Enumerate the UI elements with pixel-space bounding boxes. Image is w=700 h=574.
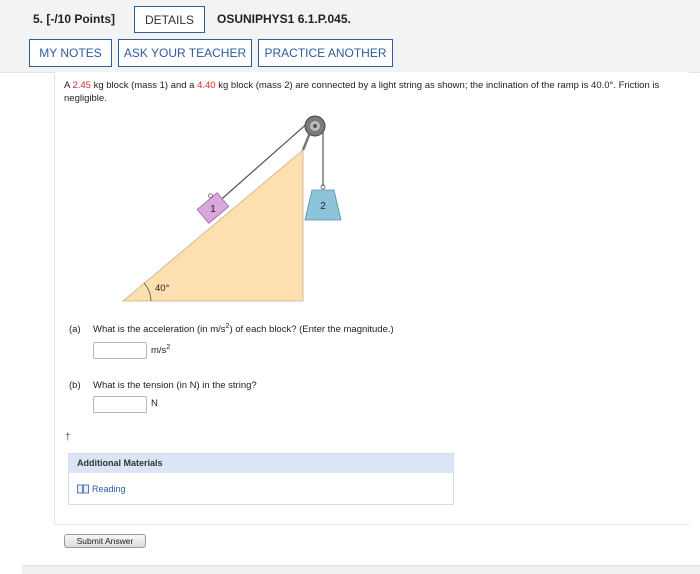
additional-materials-box: Additional Materials Reading [68, 453, 454, 505]
dagger-marker: † [65, 432, 71, 443]
pulley [304, 115, 326, 137]
question-number: 5. [-/10 Points] [33, 12, 116, 26]
ask-your-teacher-button[interactable]: ASK YOUR TEACHER [118, 39, 252, 67]
part-a-question: (a) What is the acceleration (in m/s2) of… [69, 323, 394, 336]
acceleration-answer-input[interactable] [93, 342, 147, 359]
details-button[interactable]: DETAILS [134, 6, 205, 33]
reading-link-label: Reading [92, 484, 126, 494]
tension-answer-input[interactable] [93, 396, 147, 413]
acceleration-unit: m/s2 [151, 344, 171, 357]
ramp [121, 149, 304, 302]
question-code: OSUNIPHYS1 6.1.P.045. [217, 12, 351, 26]
book-icon [77, 484, 89, 494]
mass1-value: 2.45 [72, 80, 91, 91]
block-2: 2 [304, 184, 342, 221]
practice-another-button[interactable]: PRACTICE ANOTHER [258, 39, 393, 67]
part-b-question: (b) What is the tension (in N) in the str… [69, 380, 257, 391]
angle-label: 40° [155, 283, 170, 294]
my-notes-button[interactable]: MY NOTES [29, 39, 112, 67]
problem-statement: A 2.45 kg block (mass 1) and a 4.40 kg b… [64, 80, 660, 104]
ramp-pulley-diagram: 1 2 40° [121, 115, 342, 302]
block-1-label: 1 [210, 204, 216, 215]
block-2-label: 2 [320, 201, 326, 212]
tension-unit: N [151, 398, 158, 409]
submit-answer-button[interactable]: Submit Answer [64, 534, 146, 548]
mass2-value: 4.40 [197, 80, 216, 91]
reading-link[interactable]: Reading [77, 484, 126, 494]
additional-materials-header: Additional Materials [69, 454, 453, 473]
